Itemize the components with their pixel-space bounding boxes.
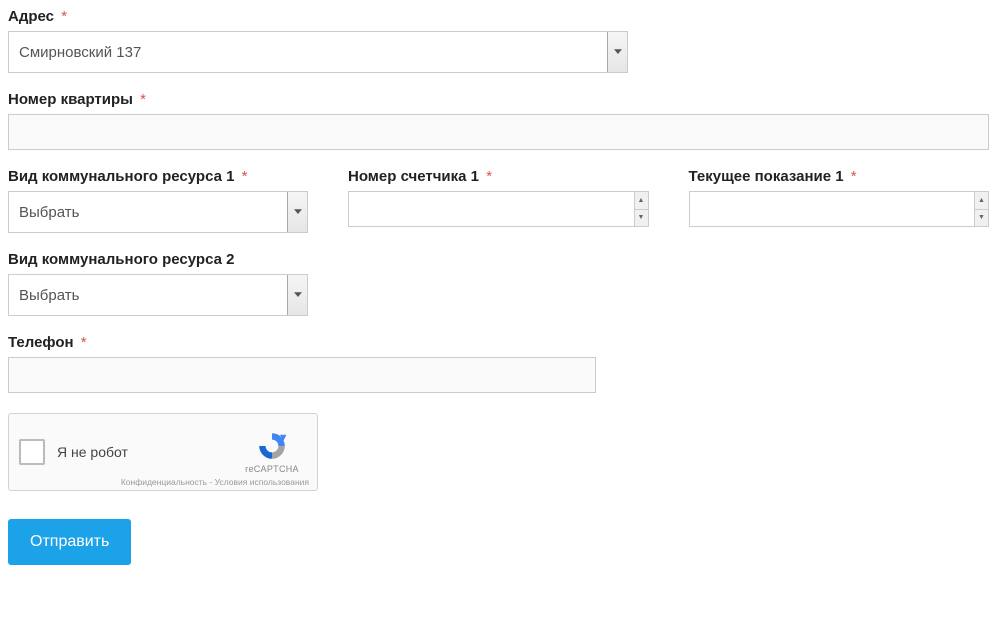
resource2-type-label: Вид коммунального ресурса 2 (8, 251, 989, 268)
required-mark: * (242, 168, 248, 185)
required-mark: * (61, 8, 67, 25)
resource2-type-value: Выбрать (8, 274, 308, 316)
chevron-down-icon[interactable] (287, 192, 307, 232)
reading1-spinner[interactable]: ▲ ▼ (974, 192, 988, 226)
phone-label-text: Телефон (8, 334, 74, 351)
resource1-type-label-text: Вид коммунального ресурса 1 (8, 168, 234, 185)
recaptcha-privacy-link[interactable]: Конфиденциальность (121, 477, 207, 487)
address-select[interactable]: Смирновский 137 (8, 31, 628, 73)
meter1-label: Номер счетчика 1 * (348, 168, 649, 185)
recaptcha-branding: reCAPTCHA (237, 430, 307, 474)
required-mark: * (851, 168, 857, 185)
resource2-type-label-text: Вид коммунального ресурса 2 (8, 251, 234, 268)
address-label: Адрес * (8, 8, 989, 25)
chevron-down-icon[interactable] (607, 32, 627, 72)
submit-button[interactable]: Отправить (8, 519, 131, 565)
reading1-label-text: Текущее показание 1 (689, 168, 844, 185)
phone-input[interactable] (8, 357, 596, 393)
recaptcha-checkbox[interactable] (19, 439, 45, 465)
recaptcha-terms-link[interactable]: Условия использования (215, 477, 309, 487)
apartment-label-text: Номер квартиры (8, 91, 133, 108)
spinner-up-icon[interactable]: ▲ (634, 192, 648, 210)
meter1-label-text: Номер счетчика 1 (348, 168, 479, 185)
meter1-spinner[interactable]: ▲ ▼ (634, 192, 648, 226)
recaptcha-widget[interactable]: Я не робот reCAPTCHA Конфиденциальность … (8, 413, 318, 491)
address-select-value: Смирновский 137 (8, 31, 628, 73)
address-label-text: Адрес (8, 8, 54, 25)
reading1-label: Текущее показание 1 * (689, 168, 990, 185)
recaptcha-icon (256, 430, 288, 462)
recaptcha-label: Я не робот (57, 444, 237, 460)
resource1-type-value: Выбрать (8, 191, 308, 233)
chevron-down-icon[interactable] (287, 275, 307, 315)
meter1-input[interactable] (348, 191, 649, 227)
apartment-input[interactable] (8, 114, 989, 150)
resource1-type-label: Вид коммунального ресурса 1 * (8, 168, 308, 185)
apartment-label: Номер квартиры * (8, 91, 989, 108)
spinner-down-icon[interactable]: ▼ (634, 210, 648, 227)
spinner-down-icon[interactable]: ▼ (974, 210, 988, 227)
resource2-type-select[interactable]: Выбрать (8, 274, 308, 316)
phone-label: Телефон * (8, 334, 989, 351)
resource1-type-select[interactable]: Выбрать (8, 191, 308, 233)
spinner-up-icon[interactable]: ▲ (974, 192, 988, 210)
required-mark: * (81, 334, 87, 351)
reading1-input[interactable] (689, 191, 990, 227)
required-mark: * (140, 91, 146, 108)
required-mark: * (486, 168, 492, 185)
recaptcha-legal: Конфиденциальность - Условия использован… (121, 477, 309, 487)
recaptcha-brand-text: reCAPTCHA (245, 464, 299, 474)
